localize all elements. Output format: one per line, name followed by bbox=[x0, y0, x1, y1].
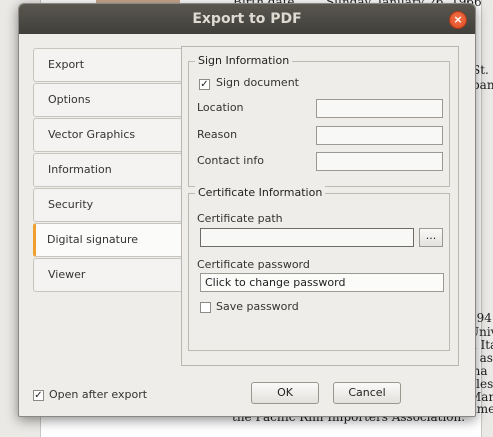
certificate-information-title: Certificate Information bbox=[195, 186, 326, 199]
tab-vector-graphics[interactable]: Vector Graphics bbox=[33, 118, 181, 152]
tab-security[interactable]: Security bbox=[33, 188, 181, 222]
cancel-button[interactable]: Cancel bbox=[333, 382, 401, 404]
tab-information[interactable]: Information bbox=[33, 153, 181, 187]
sign-document-checkbox[interactable]: ✓ bbox=[199, 79, 210, 90]
ok-button[interactable]: OK bbox=[251, 382, 319, 404]
tab-digital-signature[interactable]: Digital signature bbox=[33, 223, 183, 257]
certificate-password-label: Certificate password bbox=[197, 258, 310, 271]
save-password-checkbox[interactable] bbox=[200, 302, 211, 313]
open-after-export-label: Open after export bbox=[49, 388, 148, 401]
open-after-export-checkbox[interactable]: ✓ bbox=[33, 390, 44, 401]
location-field[interactable] bbox=[316, 99, 443, 118]
close-icon[interactable]: × bbox=[449, 11, 467, 29]
sign-information-group: Sign Information ✓ Sign document Locatio… bbox=[188, 54, 450, 187]
location-label: Location bbox=[197, 101, 244, 114]
save-password-label: Save password bbox=[216, 300, 299, 313]
digital-signature-panel: Sign Information ✓ Sign document Locatio… bbox=[181, 46, 459, 366]
tab-export[interactable]: Export bbox=[33, 48, 181, 82]
tab-list: Export Options Vector Graphics Informati… bbox=[33, 48, 183, 293]
browse-button[interactable]: ... bbox=[419, 228, 443, 247]
contact-info-field[interactable] bbox=[316, 152, 443, 171]
certificate-path-field[interactable] bbox=[200, 228, 414, 247]
tab-options[interactable]: Options bbox=[33, 83, 181, 117]
titlebar: Export to PDF × bbox=[19, 4, 475, 34]
sign-information-title: Sign Information bbox=[195, 54, 293, 67]
certificate-path-label: Certificate path bbox=[197, 212, 283, 225]
reason-label: Reason bbox=[197, 128, 238, 141]
contact-info-label: Contact info bbox=[197, 154, 264, 167]
dialog-title: Export to PDF bbox=[192, 11, 302, 27]
change-password-button[interactable]: Click to change password bbox=[200, 273, 444, 292]
sign-document-label: Sign document bbox=[216, 76, 299, 89]
reason-field[interactable] bbox=[316, 126, 443, 145]
certificate-information-group: Certificate Information Certificate path… bbox=[188, 186, 450, 351]
export-pdf-dialog: Export to PDF × Export Options Vector Gr… bbox=[18, 3, 476, 417]
tab-viewer[interactable]: Viewer bbox=[33, 258, 181, 292]
